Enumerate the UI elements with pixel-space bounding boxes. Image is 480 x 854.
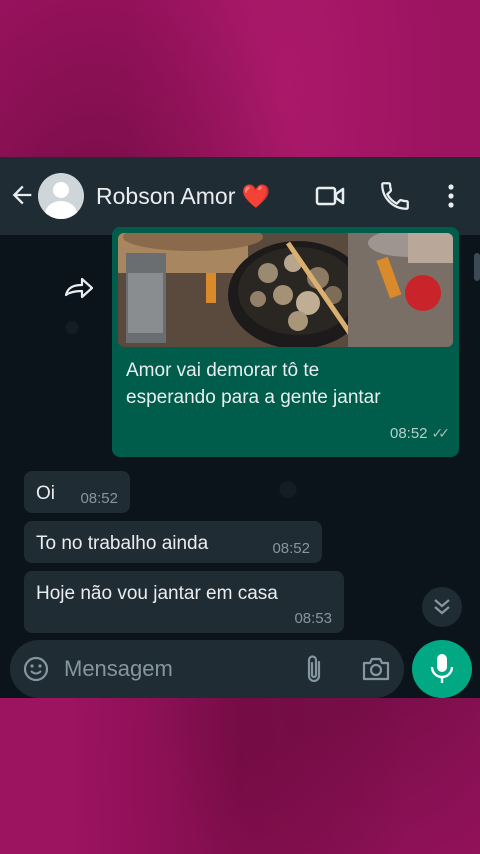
contact-name[interactable]: Robson Amor ❤️	[96, 183, 270, 210]
phone-icon[interactable]	[378, 179, 412, 213]
mic-icon	[430, 654, 454, 683]
scroll-to-bottom-button[interactable]	[422, 587, 462, 627]
message-text: Hoje não vou jantar em casa	[36, 583, 278, 604]
avatar[interactable]	[38, 173, 84, 219]
message-timestamp: 08:52	[272, 540, 310, 557]
whatsapp-screen: Robson Amor ❤️ Amor vai demorar tô te es…	[0, 157, 480, 698]
food-photo[interactable]	[118, 233, 453, 347]
emoji-icon[interactable]	[22, 655, 50, 683]
read-receipt-icon: ✓✓	[431, 425, 451, 441]
incoming-message-bubble[interactable]: Oi 08:52	[24, 471, 130, 513]
message-timestamp: 08:53	[294, 610, 332, 627]
attach-icon[interactable]	[300, 653, 330, 685]
message-text: To no trabalho ainda	[36, 533, 209, 554]
chat-area[interactable]: Amor vai demorar tô te esperando para a …	[0, 227, 480, 698]
outgoing-message-bubble[interactable]: Amor vai demorar tô te esperando para a …	[112, 227, 459, 457]
voice-message-button[interactable]	[412, 640, 472, 698]
scrollbar-thumb[interactable]	[474, 253, 480, 281]
message-timestamp: 08:52	[80, 490, 118, 507]
incoming-message-bubble[interactable]: Hoje não vou jantar em casa 08:53	[24, 571, 344, 633]
outgoing-message-caption: Amor vai demorar tô te esperando para a …	[126, 360, 381, 408]
message-input[interactable]: Mensagem	[64, 656, 173, 682]
heart-emoji: ❤️	[241, 183, 271, 209]
message-text: Oi	[36, 483, 55, 504]
chevron-double-down-icon	[434, 599, 450, 615]
message-composer: Mensagem	[10, 640, 404, 698]
back-arrow-icon[interactable]	[8, 181, 36, 209]
video-call-icon[interactable]	[313, 179, 347, 213]
incoming-message-bubble[interactable]: To no trabalho ainda 08:52	[24, 521, 322, 563]
more-vert-icon[interactable]	[434, 179, 468, 213]
forward-icon[interactable]	[62, 273, 96, 303]
message-timestamp: 08:52 ✓✓	[389, 425, 451, 442]
chat-header: Robson Amor ❤️	[0, 157, 480, 235]
camera-icon[interactable]	[360, 654, 392, 684]
